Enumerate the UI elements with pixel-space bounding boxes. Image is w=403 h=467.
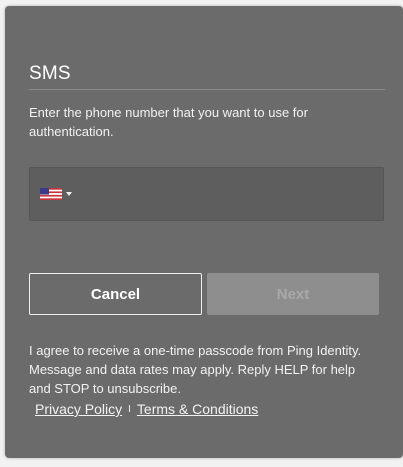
terms-conditions-link[interactable]: Terms & Conditions <box>137 401 258 417</box>
consent-text: I agree to receive a one-time passcode f… <box>29 343 362 396</box>
next-button[interactable]: Next <box>207 273 379 315</box>
country-code-select[interactable] <box>40 187 72 201</box>
privacy-policy-link[interactable]: Privacy Policy <box>35 401 122 417</box>
instructions-text: Enter the phone number that you want to … <box>29 105 308 139</box>
dialog-title: SMS <box>29 63 71 84</box>
cancel-button[interactable]: Cancel <box>29 273 202 315</box>
link-separator: I <box>128 403 131 415</box>
phone-number-field <box>29 167 384 221</box>
legal-links: Privacy Policy I Terms & Conditions <box>35 401 258 417</box>
us-flag-icon <box>40 188 62 200</box>
chevron-down-icon <box>66 192 72 196</box>
phone-number-input[interactable] <box>80 168 380 220</box>
title-divider <box>29 89 385 90</box>
